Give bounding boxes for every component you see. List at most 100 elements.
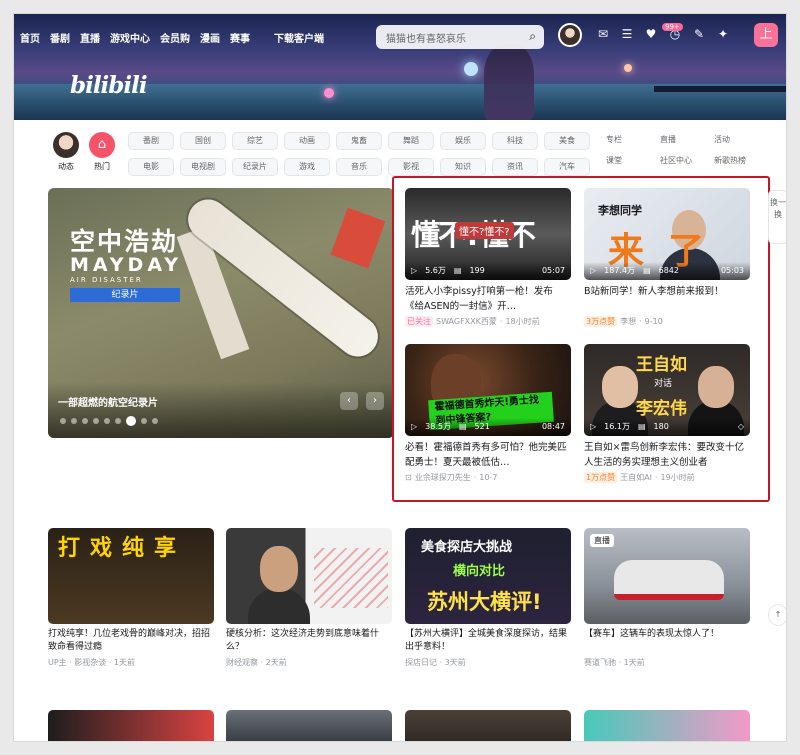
video-thumbnail[interactable] xyxy=(584,710,750,741)
video-card[interactable]: 硬核分析：这次经济走势到底意味着什么？ 财经观察 · 2天前 xyxy=(226,528,392,668)
play-icon: ▷ xyxy=(411,266,418,275)
channel-link[interactable]: 新歌热榜 xyxy=(714,155,764,166)
video-thumbnail[interactable] xyxy=(405,710,571,741)
search-input[interactable]: 猫猫也有喜怒哀乐 xyxy=(386,30,466,45)
carousel-dot[interactable] xyxy=(93,418,99,424)
video-thumbnail[interactable]: 直播 xyxy=(584,528,750,624)
channel-tag[interactable]: 舞蹈 xyxy=(388,132,434,150)
favorite-icon[interactable]: ♥ xyxy=(644,27,658,41)
video-thumbnail[interactable]: 李想同学 来了 ▷ 187.4万 ▤ 6842 05:03 xyxy=(584,188,750,280)
video-thumbnail[interactable]: 美食探店大挑战 横向对比 苏州大横评! xyxy=(405,528,571,624)
video-meta: UP主 · 影视杂谈 · 1天前 xyxy=(48,658,136,667)
carousel-dot-active[interactable] xyxy=(126,416,136,426)
carousel-next-button[interactable]: › xyxy=(366,392,384,410)
nav-live[interactable]: 直播 xyxy=(80,30,100,45)
user-avatar[interactable] xyxy=(558,23,582,47)
video-title[interactable]: B站新同学！新人李想前来报到！ xyxy=(584,284,750,314)
video-thumbnail[interactable]: 打戏纯享 xyxy=(48,528,214,624)
channel-tag[interactable]: 科技 xyxy=(492,132,538,150)
video-card[interactable]: 打戏纯享 打戏纯享！几位老戏骨的巅峰对决，招招致命看得过瘾 UP主 · 影视杂谈… xyxy=(48,528,214,668)
creation-icon[interactable]: ✎ xyxy=(692,27,706,41)
nav-anime[interactable]: 番剧 xyxy=(50,30,70,45)
carousel-dot[interactable] xyxy=(141,418,147,424)
channel-tag[interactable]: 动画 xyxy=(284,132,330,150)
channel-tag[interactable]: 知识 xyxy=(440,158,486,176)
hero-caption[interactable]: 一部超燃的航空纪录片 xyxy=(58,394,158,409)
channel-dynamic[interactable]: 动态 xyxy=(48,132,84,172)
channel-tag[interactable]: 综艺 xyxy=(232,132,278,150)
video-thumbnail[interactable] xyxy=(226,528,392,624)
thumb-dialog-label: 对话 xyxy=(654,379,673,389)
uploader-name[interactable]: 业余球探刀先生 xyxy=(415,472,471,483)
video-title[interactable]: 【赛车】这辆车的表现太惊人了！ xyxy=(584,628,750,654)
uploader-name[interactable]: 王自如AI xyxy=(620,472,652,483)
carousel-dot[interactable] xyxy=(152,418,158,424)
channel-tag[interactable]: 娱乐 xyxy=(440,132,486,150)
nav-download[interactable]: 下载客户端 xyxy=(274,30,324,45)
video-title[interactable]: 王自如×雷鸟创新李宏伟：要改变十亿人生活的务实理想主义创业者 xyxy=(584,440,750,470)
message-icon[interactable]: ✉ xyxy=(596,27,610,41)
video-card[interactable]: 美食探店大挑战 横向对比 苏州大横评! 【苏州大横评】全城美食深度探访，结果出乎… xyxy=(405,528,571,668)
video-card[interactable]: 懂不?懂不 懂不?懂不? ▷ 5.6万 ▤ 199 05:07 活死人小李pis… xyxy=(405,188,571,327)
channel-link[interactable]: 直播 xyxy=(660,134,710,145)
nav-manga[interactable]: 漫画 xyxy=(200,30,220,45)
dynamic-icon[interactable]: ☰ xyxy=(620,27,634,41)
channel-tag[interactable]: 国创 xyxy=(180,132,226,150)
nav-home[interactable]: 首页 xyxy=(20,30,40,45)
danmaku-count: 180 xyxy=(653,422,669,431)
video-title[interactable]: 打戏纯享！几位老戏骨的巅峰对决，招招致命看得过瘾 xyxy=(48,628,214,654)
channel-tag[interactable]: 鬼畜 xyxy=(336,132,382,150)
upload-button[interactable]: 上 xyxy=(754,23,778,47)
video-card[interactable]: 李想同学 来了 ▷ 187.4万 ▤ 6842 05:03 B站新同学！新人李想… xyxy=(584,188,750,327)
channel-link[interactable]: 专栏 xyxy=(606,134,656,145)
channel-tag[interactable]: 纪录片 xyxy=(232,158,278,176)
video-title[interactable]: 活死人小李pissy打响第一枪！发布《给ASEN的一封信》开… xyxy=(405,284,571,314)
channel-tag[interactable]: 美食 xyxy=(544,132,590,150)
video-card[interactable]: 直播 【赛车】这辆车的表现太惊人了！ 赛道飞驰 · 1天前 xyxy=(584,528,750,668)
video-title[interactable]: 必看！霍福德首秀有多可怕？他完美匹配勇士！夏天最被低估… xyxy=(405,440,571,470)
video-thumbnail[interactable]: 霍福德首秀炸天!勇士找到中锋答案? ▷ 38.5万 ▤ 521 08:47 xyxy=(405,344,571,436)
video-thumbnail[interactable]: 王自如 对话 李宏伟 ▷ 16.1万 ▤ 180 ◇ xyxy=(584,344,750,436)
carousel-dot[interactable] xyxy=(60,418,66,424)
video-meta: 已关注 SWAGFXXK西蒙 · 18小时前 xyxy=(405,316,571,327)
channel-tag[interactable]: 音乐 xyxy=(336,158,382,176)
refresh-button[interactable]: 换一换 xyxy=(768,190,786,244)
video-thumbnail[interactable] xyxy=(48,710,214,741)
nav-match[interactable]: 赛事 xyxy=(230,30,250,45)
video-thumbnail[interactable] xyxy=(226,710,392,741)
video-card[interactable]: 霍福德首秀炸天!勇士找到中锋答案? ▷ 38.5万 ▤ 521 08:47 必看… xyxy=(405,344,571,483)
nav-mall[interactable]: 会员购 xyxy=(160,30,190,45)
carousel-dot[interactable] xyxy=(82,418,88,424)
carousel-dot[interactable] xyxy=(115,418,121,424)
channel-tag[interactable]: 汽车 xyxy=(544,158,590,176)
channel-link[interactable]: 社区中心 xyxy=(660,155,710,166)
search-icon[interactable]: ⌕ xyxy=(529,29,536,44)
bilibili-logo[interactable]: bilibili xyxy=(70,72,148,99)
channel-tag[interactable]: 电视剧 xyxy=(180,158,226,176)
uploader-name[interactable]: SWAGFXXK西蒙 xyxy=(436,316,497,327)
thumb-race-car xyxy=(614,560,724,600)
video-title[interactable]: 【苏州大横评】全城美食深度探访，结果出乎意料！ xyxy=(405,628,571,654)
channel-tag[interactable]: 游戏 xyxy=(284,158,330,176)
channel-link[interactable]: 课堂 xyxy=(606,155,656,166)
channel-tag[interactable]: 番剧 xyxy=(128,132,174,150)
channel-tag[interactable]: 影视 xyxy=(388,158,434,176)
channel-hot[interactable]: ⌂ 热门 xyxy=(84,132,120,172)
idea-icon[interactable]: ✦ xyxy=(716,27,730,41)
carousel-dot[interactable] xyxy=(71,418,77,424)
video-title[interactable]: 硬核分析：这次经济走势到底意味着什么？ xyxy=(226,628,392,654)
search-box[interactable]: 猫猫也有喜怒哀乐 ⌕ xyxy=(376,25,544,49)
nav-game[interactable]: 游戏中心 xyxy=(110,30,150,45)
video-thumbnail[interactable]: 懂不?懂不 懂不?懂不? ▷ 5.6万 ▤ 199 05:07 xyxy=(405,188,571,280)
uploader-name[interactable]: 李想 xyxy=(620,316,636,327)
separator: · xyxy=(639,317,642,326)
channel-tag[interactable]: 资讯 xyxy=(492,158,538,176)
carousel-dot[interactable] xyxy=(104,418,110,424)
danmaku-icon: ▤ xyxy=(458,422,467,431)
carousel-prev-button[interactable]: ‹ xyxy=(340,392,358,410)
channel-tag[interactable]: 电影 xyxy=(128,158,174,176)
channel-link[interactable]: 活动 xyxy=(714,134,764,145)
video-card[interactable]: 王自如 对话 李宏伟 ▷ 16.1万 ▤ 180 ◇ 王自如×雷鸟创新李宏伟：要… xyxy=(584,344,750,483)
hero-carousel[interactable]: 空中浩劫 MAYDAY AIR DISASTER 纪录片 一部超燃的航空纪录片 … xyxy=(48,188,394,438)
back-to-top-button[interactable]: ↑ xyxy=(768,604,786,626)
